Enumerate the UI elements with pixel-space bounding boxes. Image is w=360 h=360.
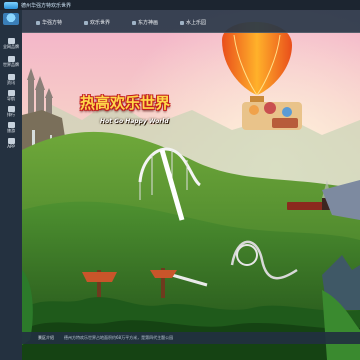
content-area: 华强方特 欢乐世界 东方神画 水上乐园 热高欢乐世界 Hot Go Happy … — [22, 10, 360, 360]
sidebar: 全网品牌 世界品牌 资讯 导航 排行 旅游 APP — [0, 10, 22, 360]
tab-4[interactable]: 水上乐园 — [180, 19, 206, 26]
travel-icon — [7, 122, 15, 128]
brand[interactable]: 德州华强方特欢乐世界 — [4, 1, 71, 9]
sidebar-item-label: 排行 — [7, 112, 15, 117]
badge-icon — [7, 38, 15, 44]
nav-tab-icon — [132, 20, 136, 25]
brand-logo-icon — [4, 1, 18, 9]
sidebar-item-2[interactable]: 世界品牌 — [1, 56, 21, 68]
footer-text: 德州方特欢乐世界占地面积约68万平方米，是第四代主题公园 — [64, 335, 174, 340]
sidebar-item-7[interactable]: APP — [1, 138, 21, 150]
sidebar-item-label: 旅游 — [7, 128, 15, 133]
nav-tab-icon — [180, 20, 184, 25]
tab-3[interactable]: 东方神画 — [132, 19, 158, 26]
map-icon — [7, 90, 15, 96]
nav-tab-icon — [36, 20, 40, 25]
sidebar-item-label: 资讯 — [7, 80, 15, 85]
sidebar-logo-icon[interactable] — [3, 13, 19, 25]
nav-tab-label: 欢乐世界 — [90, 20, 111, 26]
hero-subtitle: Hot Go Happy World — [100, 118, 169, 125]
sidebar-item-label: APP — [7, 144, 15, 149]
nav-tab-label: 华强方特 — [42, 20, 63, 26]
nav-bar: 华强方特 欢乐世界 东方神画 水上乐园 — [22, 10, 360, 33]
sidebar-item-label: 导航 — [7, 96, 15, 101]
sidebar-item-1[interactable]: 全网品牌 — [1, 38, 21, 50]
footer-bar: 景区介绍 德州方特欢乐世界占地面积约68万平方米，是第四代主题公园 — [22, 332, 360, 344]
footer-label[interactable]: 景区介绍 — [38, 335, 54, 341]
hero-title: 热高欢乐世界 — [80, 94, 171, 112]
app-icon — [7, 138, 15, 144]
rank-icon — [7, 106, 15, 112]
top-bar: 德州华强方特欢乐世界 — [0, 0, 360, 10]
sidebar-item-label: 世界品牌 — [3, 62, 19, 67]
tab-1[interactable]: 华强方特 — [36, 19, 62, 26]
globe-icon — [7, 56, 15, 62]
sidebar-item-4[interactable]: 导航 — [1, 90, 21, 102]
hero-scene — [22, 10, 360, 360]
sidebar-item-6[interactable]: 旅游 — [1, 122, 21, 134]
nav-tab-label: 东方神画 — [138, 20, 159, 26]
nav-tab-label: 水上乐园 — [186, 20, 207, 26]
sidebar-item-label: 全网品牌 — [3, 44, 19, 49]
news-icon — [7, 74, 15, 80]
sidebar-item-3[interactable]: 资讯 — [1, 74, 21, 86]
nav-tab-icon — [84, 20, 88, 25]
tab-2[interactable]: 欢乐世界 — [84, 19, 110, 26]
sidebar-item-5[interactable]: 排行 — [1, 106, 21, 118]
brand-text: 德州华强方特欢乐世界 — [21, 2, 72, 9]
